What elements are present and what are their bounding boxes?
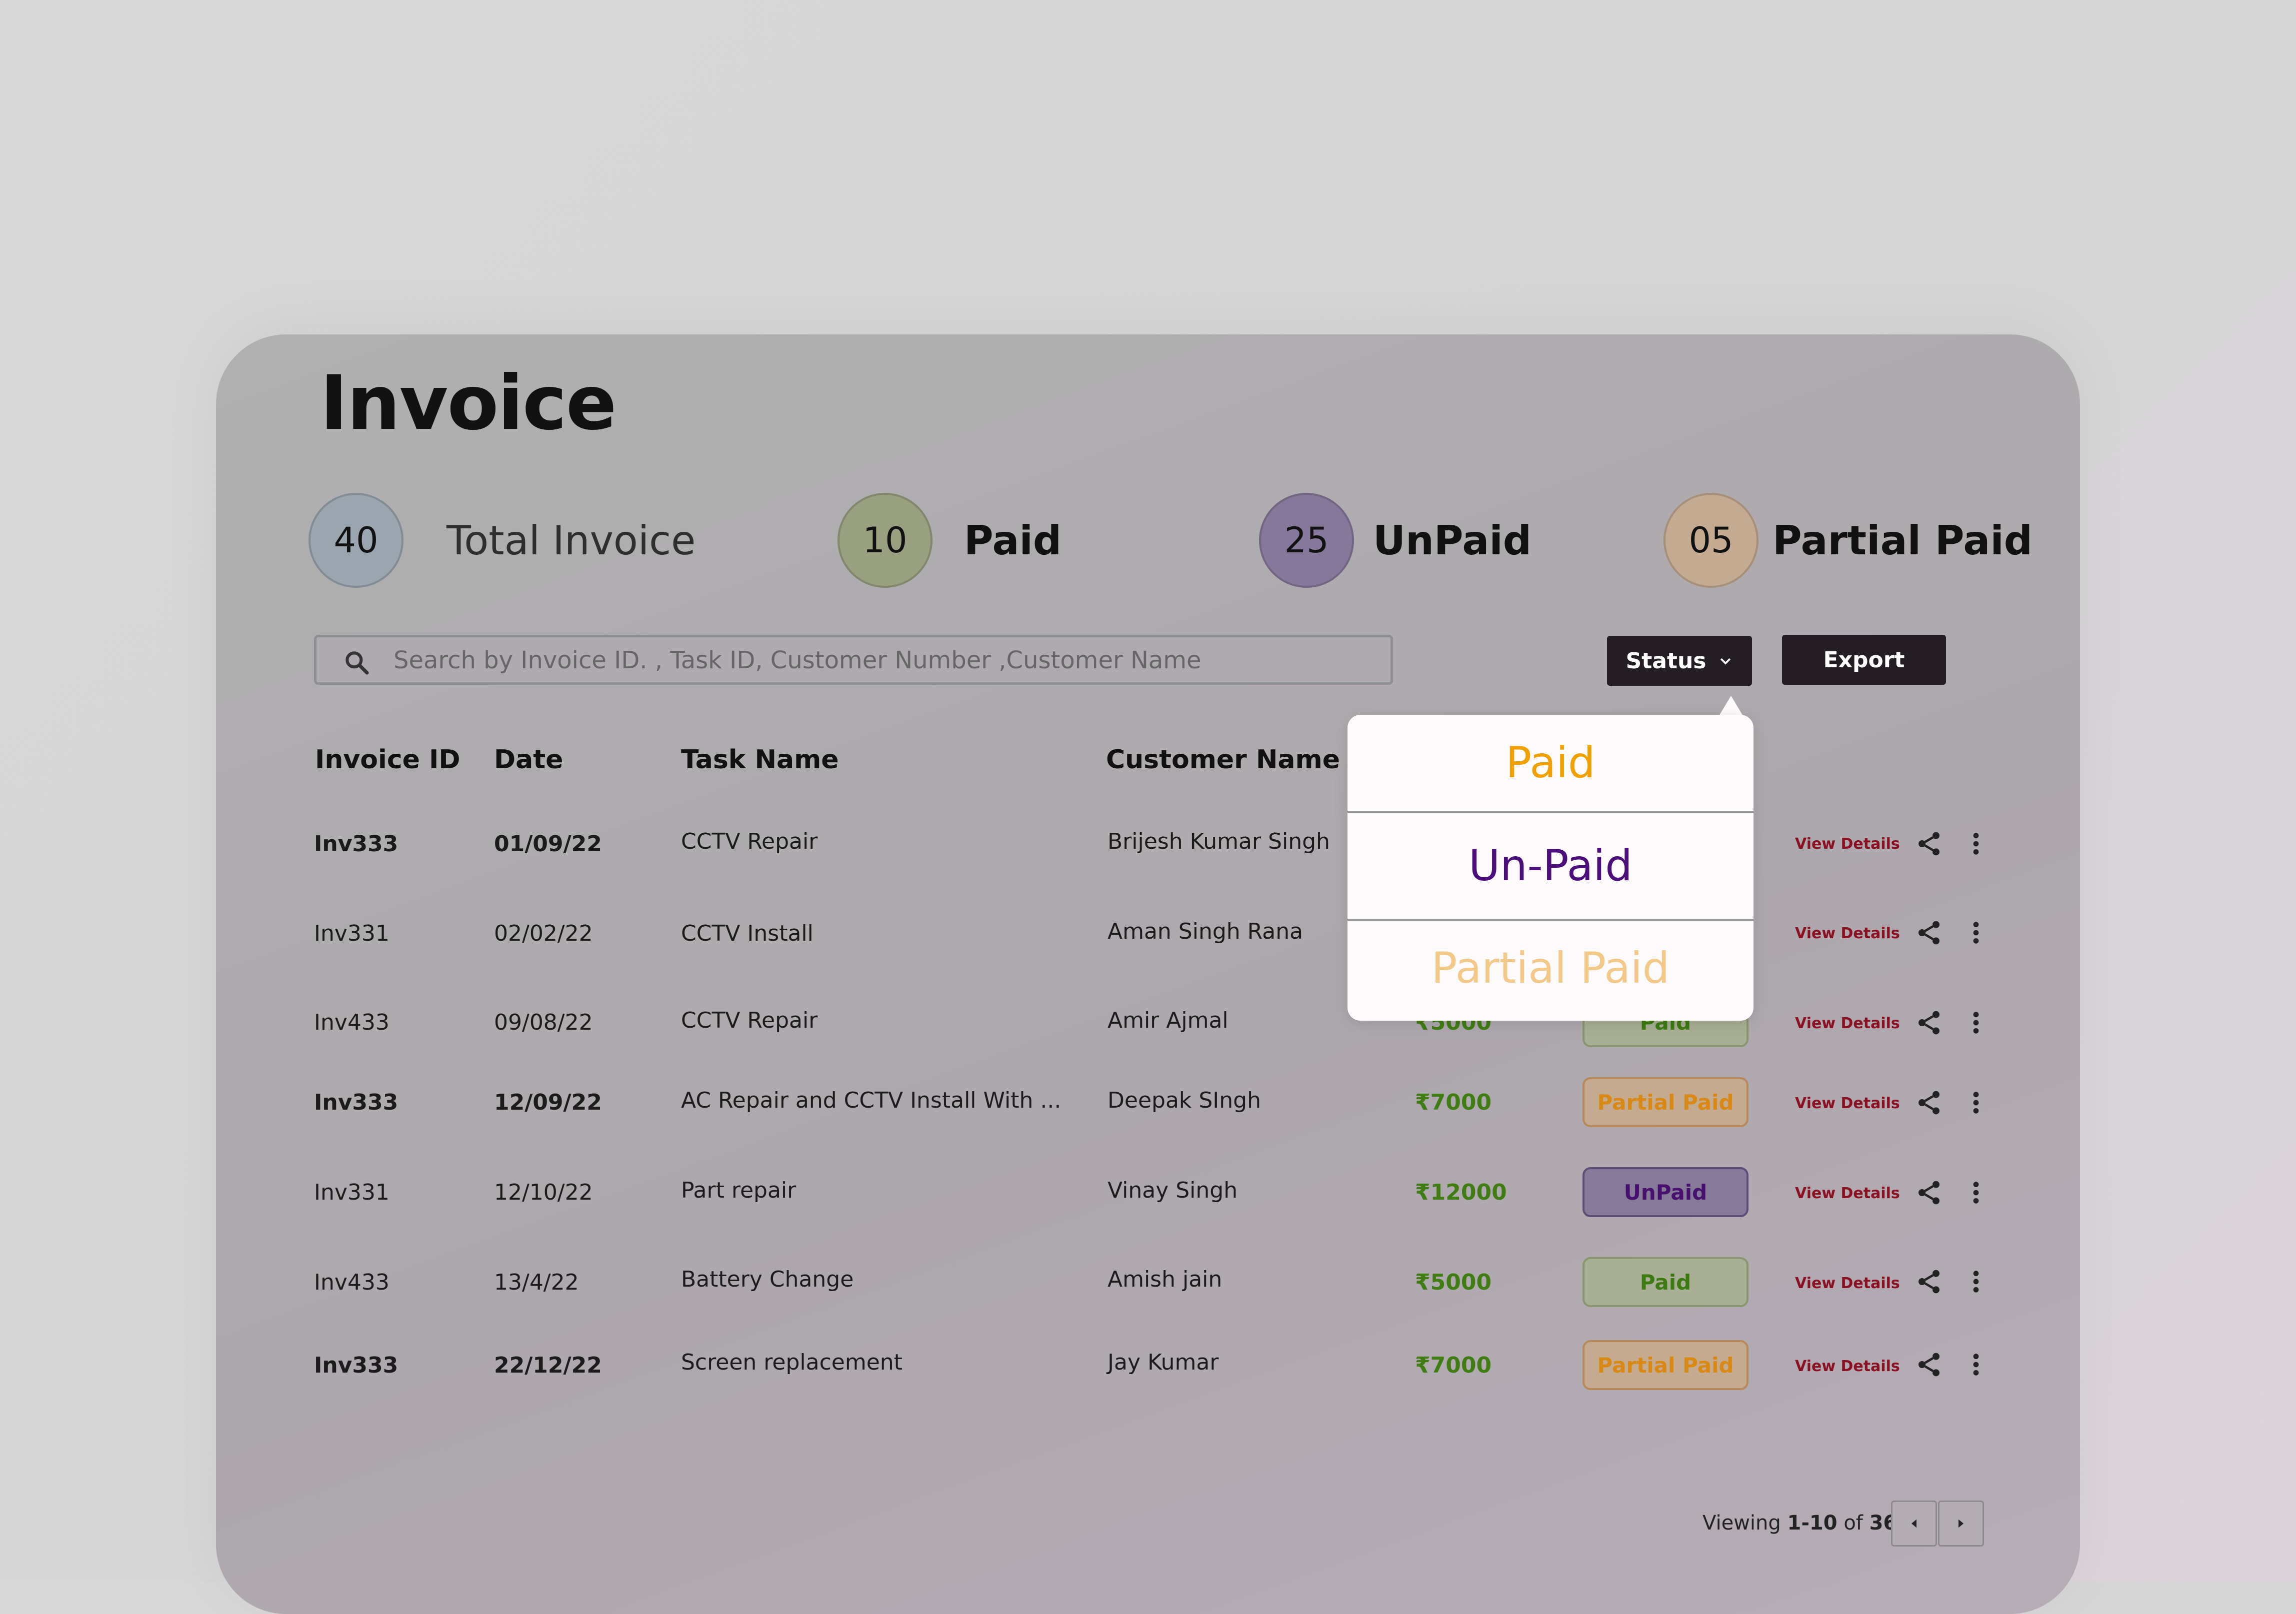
pagination-range: 1-10 — [1787, 1512, 1838, 1535]
invoice-date: 09/08/22 — [494, 1010, 593, 1035]
status-dropdown-menu: Paid Un-Paid Partial Paid — [1348, 715, 1754, 1021]
task-name: CCTV Repair — [681, 1008, 818, 1033]
chevron-left-icon — [1912, 1519, 1916, 1528]
share-icon[interactable] — [1915, 1351, 1943, 1379]
share-icon[interactable] — [1915, 919, 1943, 947]
customer-name: Amir Ajmal — [1108, 1008, 1228, 1033]
column-header-invoice-id: Invoice ID — [315, 745, 460, 775]
invoice-date: 22/12/22 — [494, 1353, 602, 1378]
previous-page-button[interactable] — [1891, 1501, 1937, 1547]
invoice-amount: ₹7000 — [1415, 1353, 1492, 1378]
share-icon[interactable] — [1915, 1089, 1943, 1117]
export-button[interactable]: Export — [1782, 635, 1946, 685]
next-page-button[interactable] — [1938, 1501, 1984, 1547]
share-icon[interactable] — [1915, 1009, 1943, 1037]
task-name: CCTV Install — [681, 921, 814, 946]
chevron-right-icon — [1958, 1519, 1964, 1528]
total-invoice-label: Total Invoice — [446, 517, 696, 564]
search-bar[interactable] — [314, 635, 1393, 685]
task-name: Battery Change — [681, 1267, 854, 1292]
view-details-link[interactable]: View Details — [1795, 1185, 1900, 1202]
unpaid-count: 25 — [1259, 493, 1354, 588]
status-filter-button[interactable]: Status — [1607, 636, 1752, 686]
partial-paid-count: 05 — [1664, 493, 1758, 588]
status-filter-label: Status — [1626, 648, 1706, 674]
pagination-of: of — [1837, 1512, 1870, 1535]
paid-label: Paid — [964, 517, 1062, 564]
partial-paid-label: Partial Paid — [1772, 517, 2032, 564]
customer-name: Vinay Singh — [1108, 1178, 1238, 1203]
more-options-icon[interactable] — [1962, 1089, 1990, 1117]
search-icon — [346, 651, 369, 675]
customer-name: Amish jain — [1108, 1267, 1222, 1292]
invoice-id: Inv333 — [314, 831, 398, 857]
dropdown-option-unpaid[interactable]: Un-Paid — [1348, 813, 1754, 919]
unpaid-label: UnPaid — [1373, 517, 1532, 564]
share-icon[interactable] — [1915, 1268, 1943, 1296]
task-name: Part repair — [681, 1178, 796, 1203]
invoice-id: Inv331 — [314, 921, 390, 946]
more-options-icon[interactable] — [1962, 830, 1990, 858]
pagination-prefix: Viewing — [1702, 1512, 1788, 1535]
invoice-id: Inv433 — [314, 1010, 390, 1035]
invoice-id: Inv333 — [314, 1353, 398, 1378]
column-header-task-name: Task Name — [681, 745, 839, 775]
customer-name: Jay Kumar — [1108, 1350, 1219, 1375]
dropdown-option-paid[interactable]: Paid — [1348, 715, 1754, 811]
page-title: Invoice — [320, 360, 616, 447]
view-details-link[interactable]: View Details — [1795, 1358, 1900, 1375]
status-badge: Paid — [1582, 1257, 1748, 1307]
more-options-icon[interactable] — [1962, 1268, 1990, 1296]
task-name: AC Repair and CCTV Install With ... — [681, 1088, 1062, 1113]
invoice-date: 13/4/22 — [494, 1270, 579, 1295]
more-options-icon[interactable] — [1962, 919, 1990, 947]
customer-name: Brijesh Kumar Singh — [1108, 829, 1330, 854]
total-invoice-count: 40 — [308, 493, 404, 588]
invoice-date: 12/10/22 — [494, 1180, 593, 1205]
view-details-link[interactable]: View Details — [1795, 1015, 1900, 1032]
view-details-link[interactable]: View Details — [1795, 1275, 1900, 1292]
column-header-date: Date — [494, 745, 564, 775]
pagination-summary: Viewing 1-10 of 36 — [1702, 1512, 1897, 1535]
dropdown-option-partial-paid[interactable]: Partial Paid — [1348, 921, 1754, 1016]
invoice-amount: ₹7000 — [1415, 1090, 1492, 1115]
view-details-link[interactable]: View Details — [1795, 1095, 1900, 1112]
chevron-down-icon — [1720, 658, 1731, 665]
invoice-id: Inv433 — [314, 1270, 390, 1295]
invoice-amount: ₹12000 — [1415, 1180, 1507, 1205]
invoice-date: 01/09/22 — [494, 831, 602, 857]
share-icon[interactable] — [1915, 830, 1943, 858]
column-header-customer-name: Customer Name — [1106, 745, 1340, 775]
task-name: Screen replacement — [681, 1350, 902, 1375]
share-icon[interactable] — [1915, 1179, 1943, 1207]
paid-count: 10 — [838, 493, 932, 588]
dropdown-caret — [1719, 696, 1743, 716]
status-badge: Partial Paid — [1582, 1340, 1748, 1390]
invoice-amount: ₹5000 — [1415, 1270, 1492, 1295]
status-badge: UnPaid — [1582, 1167, 1748, 1217]
invoice-id: Inv331 — [314, 1180, 390, 1205]
task-name: CCTV Repair — [681, 829, 818, 854]
search-input[interactable] — [392, 637, 1370, 683]
invoice-id: Inv333 — [314, 1090, 398, 1115]
invoice-date: 02/02/22 — [494, 921, 593, 946]
invoice-date: 12/09/22 — [494, 1090, 602, 1115]
more-options-icon[interactable] — [1962, 1351, 1990, 1379]
customer-name: Aman Singh Rana — [1108, 919, 1304, 944]
view-details-link[interactable]: View Details — [1795, 835, 1900, 853]
more-options-icon[interactable] — [1962, 1009, 1990, 1037]
customer-name: Deepak SIngh — [1108, 1088, 1261, 1113]
status-badge: Partial Paid — [1582, 1077, 1748, 1127]
more-options-icon[interactable] — [1962, 1179, 1990, 1207]
view-details-link[interactable]: View Details — [1795, 925, 1900, 942]
